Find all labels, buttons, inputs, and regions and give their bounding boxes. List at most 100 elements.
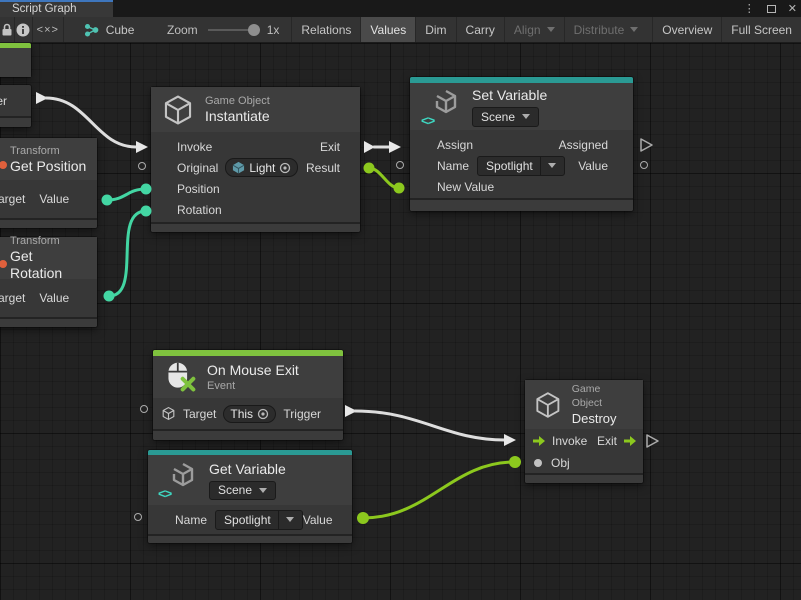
port-label-invoke: Invoke <box>552 434 587 448</box>
target-object-field[interactable]: This <box>223 405 276 423</box>
node-destroy[interactable]: Game Object Destroy Invoke Exit Obj <box>525 380 643 483</box>
maximize-icon[interactable] <box>767 5 776 13</box>
carry-button[interactable]: Carry <box>456 17 504 42</box>
variable-scope-dropdown[interactable]: Scene <box>472 107 539 127</box>
port-obj-icon[interactable] <box>534 459 542 467</box>
port-label-assigned: Assigned <box>559 138 608 152</box>
script-graph-window: Script Graph ⋮ ✕ <×> Cube Zoom 1x Relati… <box>0 0 801 600</box>
port-label-exit: Exit <box>597 434 617 448</box>
dim-button[interactable]: Dim <box>415 17 455 42</box>
port-newvalue-input[interactable] <box>394 183 405 194</box>
cube-icon <box>161 93 195 127</box>
variable-name-dropdown[interactable]: Spotlight <box>215 510 303 530</box>
wire-rotation-value[interactable] <box>109 211 146 296</box>
close-icon[interactable]: ✕ <box>788 2 797 15</box>
port-exit-output[interactable] <box>364 141 375 153</box>
node-get-variable[interactable]: <> Get Variable Scene Name Spotlight Val… <box>148 450 352 543</box>
wire-arrowhead <box>389 141 401 153</box>
variable-scope-dropdown[interactable]: Scene <box>209 481 276 500</box>
fullscreen-button[interactable]: Full Screen <box>721 17 801 42</box>
distribute-button[interactable]: Distribute <box>564 17 648 42</box>
chevron-down-icon <box>522 114 530 119</box>
port-exit-output[interactable] <box>647 435 658 447</box>
node-set-variable[interactable]: <> Set Variable Scene Assign Assigned Na… <box>410 77 633 211</box>
info-button[interactable] <box>15 17 33 42</box>
node-get-rotation[interactable]: Transform Get Rotation Target Value <box>0 237 97 327</box>
wire-variable-to-obj[interactable] <box>363 462 514 518</box>
kebab-menu-icon[interactable]: ⋮ <box>744 2 755 15</box>
cube-icon <box>161 406 176 421</box>
target-picker-icon[interactable] <box>279 162 291 174</box>
relations-button[interactable]: Relations <box>291 17 360 42</box>
wire-trigger-to-destroy[interactable] <box>355 411 505 440</box>
port-name-input[interactable] <box>134 513 142 521</box>
transform-icon <box>0 161 7 169</box>
port-label-target: Target <box>0 291 25 305</box>
node-on-mouse-exit[interactable]: On Mouse Exit Event Target This Trigger <box>153 350 343 440</box>
node-title: Instantiate <box>205 108 270 125</box>
zoom-value: 1x <box>267 17 280 42</box>
port-name-input[interactable] <box>396 161 404 169</box>
port-original-input[interactable] <box>138 162 146 170</box>
original-object-field[interactable]: Light <box>225 158 298 177</box>
chevron-down-icon <box>286 517 294 522</box>
port-trigger-output[interactable] <box>36 92 48 104</box>
port-label-rotation: Rotation <box>177 203 222 217</box>
port-label-value: Value <box>39 192 69 206</box>
port-exit-icon[interactable] <box>623 436 637 446</box>
overview-button[interactable]: Overview <box>652 17 721 42</box>
wire-position-value[interactable] <box>107 189 146 200</box>
port-result-output[interactable] <box>364 163 375 174</box>
target-picker-icon[interactable] <box>257 408 269 420</box>
port-label-value: Value <box>578 159 608 173</box>
lock-button[interactable] <box>0 17 15 42</box>
port-label-value: Value <box>303 513 333 527</box>
port-obj-input[interactable] <box>509 456 521 468</box>
chevron-down-icon <box>259 488 267 493</box>
zoom-slider[interactable] <box>208 29 257 31</box>
port-assigned-output[interactable] <box>641 139 652 151</box>
port-label-result: Result <box>306 161 340 175</box>
port-label-name: Name <box>437 159 469 173</box>
port-value-output[interactable] <box>102 195 113 206</box>
cube-icon <box>533 390 563 420</box>
transform-icon <box>0 260 7 268</box>
node-partial-event-body[interactable]: Trigger <box>0 85 31 127</box>
tab-script-graph[interactable]: Script Graph <box>0 0 113 17</box>
chevron-down-icon <box>630 27 638 32</box>
port-value-output[interactable] <box>357 512 369 524</box>
port-trigger-output[interactable] <box>345 405 357 417</box>
node-partial-event-header[interactable] <box>0 43 31 77</box>
port-rotation-input[interactable] <box>141 206 152 217</box>
port-label-position: Position <box>177 182 220 196</box>
wire-arrowhead <box>504 434 516 446</box>
lock-icon <box>1 23 13 37</box>
port-label-value: Value <box>39 291 69 305</box>
chevron-down-icon <box>547 27 555 32</box>
zoom-slider-handle[interactable] <box>248 24 260 36</box>
port-label-exit: Exit <box>320 140 340 154</box>
variable-type-icon: <> <box>158 486 171 501</box>
port-position-input[interactable] <box>141 184 152 195</box>
port-value-output[interactable] <box>640 161 648 169</box>
align-button[interactable]: Align <box>504 17 564 42</box>
node-title: On Mouse Exit <box>207 362 299 379</box>
node-title: Get Rotation <box>10 248 87 282</box>
graph-canvas[interactable]: Trigger Transform Get Position Target Va… <box>0 43 801 600</box>
port-value-output[interactable] <box>104 291 115 302</box>
port-label-trigger: Trigger <box>283 407 321 421</box>
node-get-position[interactable]: Transform Get Position Target Value <box>0 138 97 228</box>
node-instantiate[interactable]: Game Object Instantiate Invoke Exit Orig… <box>151 87 360 232</box>
variable-name-dropdown[interactable]: Spotlight <box>477 156 565 176</box>
port-invoke-icon[interactable] <box>532 436 546 446</box>
variable-type-icon: <> <box>421 113 434 128</box>
values-button[interactable]: Values <box>360 17 415 42</box>
graph-name: Cube <box>106 23 135 37</box>
code-button[interactable]: <×> <box>33 17 64 42</box>
graph-breadcrumb[interactable]: Cube <box>64 17 137 42</box>
zoom-label: Zoom <box>167 17 198 42</box>
code-icon: <×> <box>37 24 59 36</box>
port-label-new-value: New Value <box>437 180 494 194</box>
wire-result-to-newvalue[interactable] <box>369 168 399 188</box>
port-event-input[interactable] <box>140 405 148 413</box>
